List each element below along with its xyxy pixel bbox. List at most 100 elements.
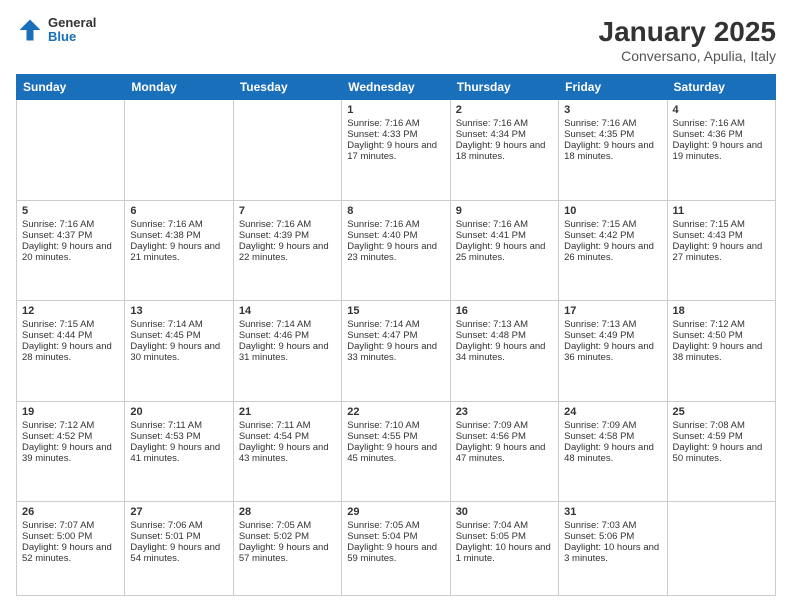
day-number: 31 (564, 506, 661, 518)
sunrise-text: Sunrise: 7:07 AM (22, 520, 94, 531)
sunrise-text: Sunrise: 7:10 AM (347, 420, 419, 431)
daylight-text: Daylight: 9 hours and 19 minutes. (673, 140, 763, 162)
page: General Blue January 2025 Conversano, Ap… (0, 0, 792, 612)
page-title: January 2025 (599, 16, 776, 48)
sunrise-text: Sunrise: 7:16 AM (130, 219, 202, 230)
daylight-text: Daylight: 9 hours and 38 minutes. (673, 341, 763, 363)
sunrise-text: Sunrise: 7:15 AM (673, 219, 745, 230)
day-number: 23 (456, 406, 553, 418)
sunrise-text: Sunrise: 7:05 AM (347, 520, 419, 531)
sunrise-text: Sunrise: 7:14 AM (347, 319, 419, 330)
sunset-text: Sunset: 5:04 PM (347, 531, 417, 542)
table-row: 7 Sunrise: 7:16 AM Sunset: 4:39 PM Dayli… (233, 200, 341, 301)
sunset-text: Sunset: 5:02 PM (239, 531, 309, 542)
table-row: 14 Sunrise: 7:14 AM Sunset: 4:46 PM Dayl… (233, 301, 341, 402)
table-row (233, 100, 341, 201)
sunset-text: Sunset: 5:05 PM (456, 531, 526, 542)
table-row: 12 Sunrise: 7:15 AM Sunset: 4:44 PM Dayl… (17, 301, 125, 402)
sunset-text: Sunset: 4:55 PM (347, 431, 417, 442)
day-number: 18 (673, 305, 770, 317)
sunrise-text: Sunrise: 7:16 AM (239, 219, 311, 230)
calendar-table: Sunday Monday Tuesday Wednesday Thursday… (16, 74, 776, 596)
sunrise-text: Sunrise: 7:04 AM (456, 520, 528, 531)
week-row-5: 26 Sunrise: 7:07 AM Sunset: 5:00 PM Dayl… (17, 502, 776, 596)
table-row: 10 Sunrise: 7:15 AM Sunset: 4:42 PM Dayl… (559, 200, 667, 301)
day-number: 9 (456, 205, 553, 217)
daylight-text: Daylight: 9 hours and 31 minutes. (239, 341, 329, 363)
sunset-text: Sunset: 4:48 PM (456, 330, 526, 341)
sunrise-text: Sunrise: 7:11 AM (130, 420, 202, 431)
sunrise-text: Sunrise: 7:09 AM (456, 420, 528, 431)
table-row: 23 Sunrise: 7:09 AM Sunset: 4:56 PM Dayl… (450, 401, 558, 502)
sunset-text: Sunset: 5:06 PM (564, 531, 634, 542)
daylight-text: Daylight: 9 hours and 50 minutes. (673, 442, 763, 464)
sunset-text: Sunset: 4:39 PM (239, 230, 309, 241)
col-saturday: Saturday (667, 75, 775, 100)
sunset-text: Sunset: 4:53 PM (130, 431, 200, 442)
table-row: 18 Sunrise: 7:12 AM Sunset: 4:50 PM Dayl… (667, 301, 775, 402)
col-thursday: Thursday (450, 75, 558, 100)
week-row-1: 1 Sunrise: 7:16 AM Sunset: 4:33 PM Dayli… (17, 100, 776, 201)
table-row: 22 Sunrise: 7:10 AM Sunset: 4:55 PM Dayl… (342, 401, 450, 502)
day-number: 22 (347, 406, 444, 418)
day-number: 14 (239, 305, 336, 317)
sunrise-text: Sunrise: 7:14 AM (130, 319, 202, 330)
day-number: 3 (564, 104, 661, 116)
daylight-text: Daylight: 9 hours and 34 minutes. (456, 341, 546, 363)
daylight-text: Daylight: 9 hours and 21 minutes. (130, 241, 220, 263)
sunset-text: Sunset: 4:52 PM (22, 431, 92, 442)
day-number: 29 (347, 506, 444, 518)
daylight-text: Daylight: 9 hours and 28 minutes. (22, 341, 112, 363)
sunset-text: Sunset: 4:42 PM (564, 230, 634, 241)
day-number: 11 (673, 205, 770, 217)
sunset-text: Sunset: 4:37 PM (22, 230, 92, 241)
table-row (667, 502, 775, 596)
daylight-text: Daylight: 9 hours and 52 minutes. (22, 542, 112, 564)
table-row: 25 Sunrise: 7:08 AM Sunset: 4:59 PM Dayl… (667, 401, 775, 502)
table-row: 31 Sunrise: 7:03 AM Sunset: 5:06 PM Dayl… (559, 502, 667, 596)
daylight-text: Daylight: 9 hours and 22 minutes. (239, 241, 329, 263)
table-row: 13 Sunrise: 7:14 AM Sunset: 4:45 PM Dayl… (125, 301, 233, 402)
sunset-text: Sunset: 4:56 PM (456, 431, 526, 442)
sunset-text: Sunset: 4:59 PM (673, 431, 743, 442)
day-number: 13 (130, 305, 227, 317)
table-row: 3 Sunrise: 7:16 AM Sunset: 4:35 PM Dayli… (559, 100, 667, 201)
sunrise-text: Sunrise: 7:12 AM (22, 420, 94, 431)
sunrise-text: Sunrise: 7:16 AM (456, 219, 528, 230)
table-row: 1 Sunrise: 7:16 AM Sunset: 4:33 PM Dayli… (342, 100, 450, 201)
sunrise-text: Sunrise: 7:13 AM (456, 319, 528, 330)
day-number: 30 (456, 506, 553, 518)
daylight-text: Daylight: 9 hours and 43 minutes. (239, 442, 329, 464)
daylight-text: Daylight: 9 hours and 45 minutes. (347, 442, 437, 464)
day-number: 8 (347, 205, 444, 217)
sunrise-text: Sunrise: 7:14 AM (239, 319, 311, 330)
table-row: 19 Sunrise: 7:12 AM Sunset: 4:52 PM Dayl… (17, 401, 125, 502)
table-row: 4 Sunrise: 7:16 AM Sunset: 4:36 PM Dayli… (667, 100, 775, 201)
table-row: 2 Sunrise: 7:16 AM Sunset: 4:34 PM Dayli… (450, 100, 558, 201)
daylight-text: Daylight: 9 hours and 41 minutes. (130, 442, 220, 464)
daylight-text: Daylight: 9 hours and 20 minutes. (22, 241, 112, 263)
sunset-text: Sunset: 4:47 PM (347, 330, 417, 341)
table-row: 29 Sunrise: 7:05 AM Sunset: 5:04 PM Dayl… (342, 502, 450, 596)
sunrise-text: Sunrise: 7:13 AM (564, 319, 636, 330)
table-row: 16 Sunrise: 7:13 AM Sunset: 4:48 PM Dayl… (450, 301, 558, 402)
page-subtitle: Conversano, Apulia, Italy (599, 48, 776, 64)
sunset-text: Sunset: 4:34 PM (456, 129, 526, 140)
sunrise-text: Sunrise: 7:16 AM (22, 219, 94, 230)
logo-blue: Blue (48, 30, 96, 44)
table-row: 9 Sunrise: 7:16 AM Sunset: 4:41 PM Dayli… (450, 200, 558, 301)
sunset-text: Sunset: 4:50 PM (673, 330, 743, 341)
table-row: 17 Sunrise: 7:13 AM Sunset: 4:49 PM Dayl… (559, 301, 667, 402)
calendar-header-row: Sunday Monday Tuesday Wednesday Thursday… (17, 75, 776, 100)
logo-text: General Blue (48, 16, 96, 45)
daylight-text: Daylight: 9 hours and 26 minutes. (564, 241, 654, 263)
sunrise-text: Sunrise: 7:06 AM (130, 520, 202, 531)
day-number: 27 (130, 506, 227, 518)
day-number: 24 (564, 406, 661, 418)
sunset-text: Sunset: 4:44 PM (22, 330, 92, 341)
day-number: 6 (130, 205, 227, 217)
sunset-text: Sunset: 4:38 PM (130, 230, 200, 241)
table-row: 5 Sunrise: 7:16 AM Sunset: 4:37 PM Dayli… (17, 200, 125, 301)
day-number: 2 (456, 104, 553, 116)
table-row: 11 Sunrise: 7:15 AM Sunset: 4:43 PM Dayl… (667, 200, 775, 301)
